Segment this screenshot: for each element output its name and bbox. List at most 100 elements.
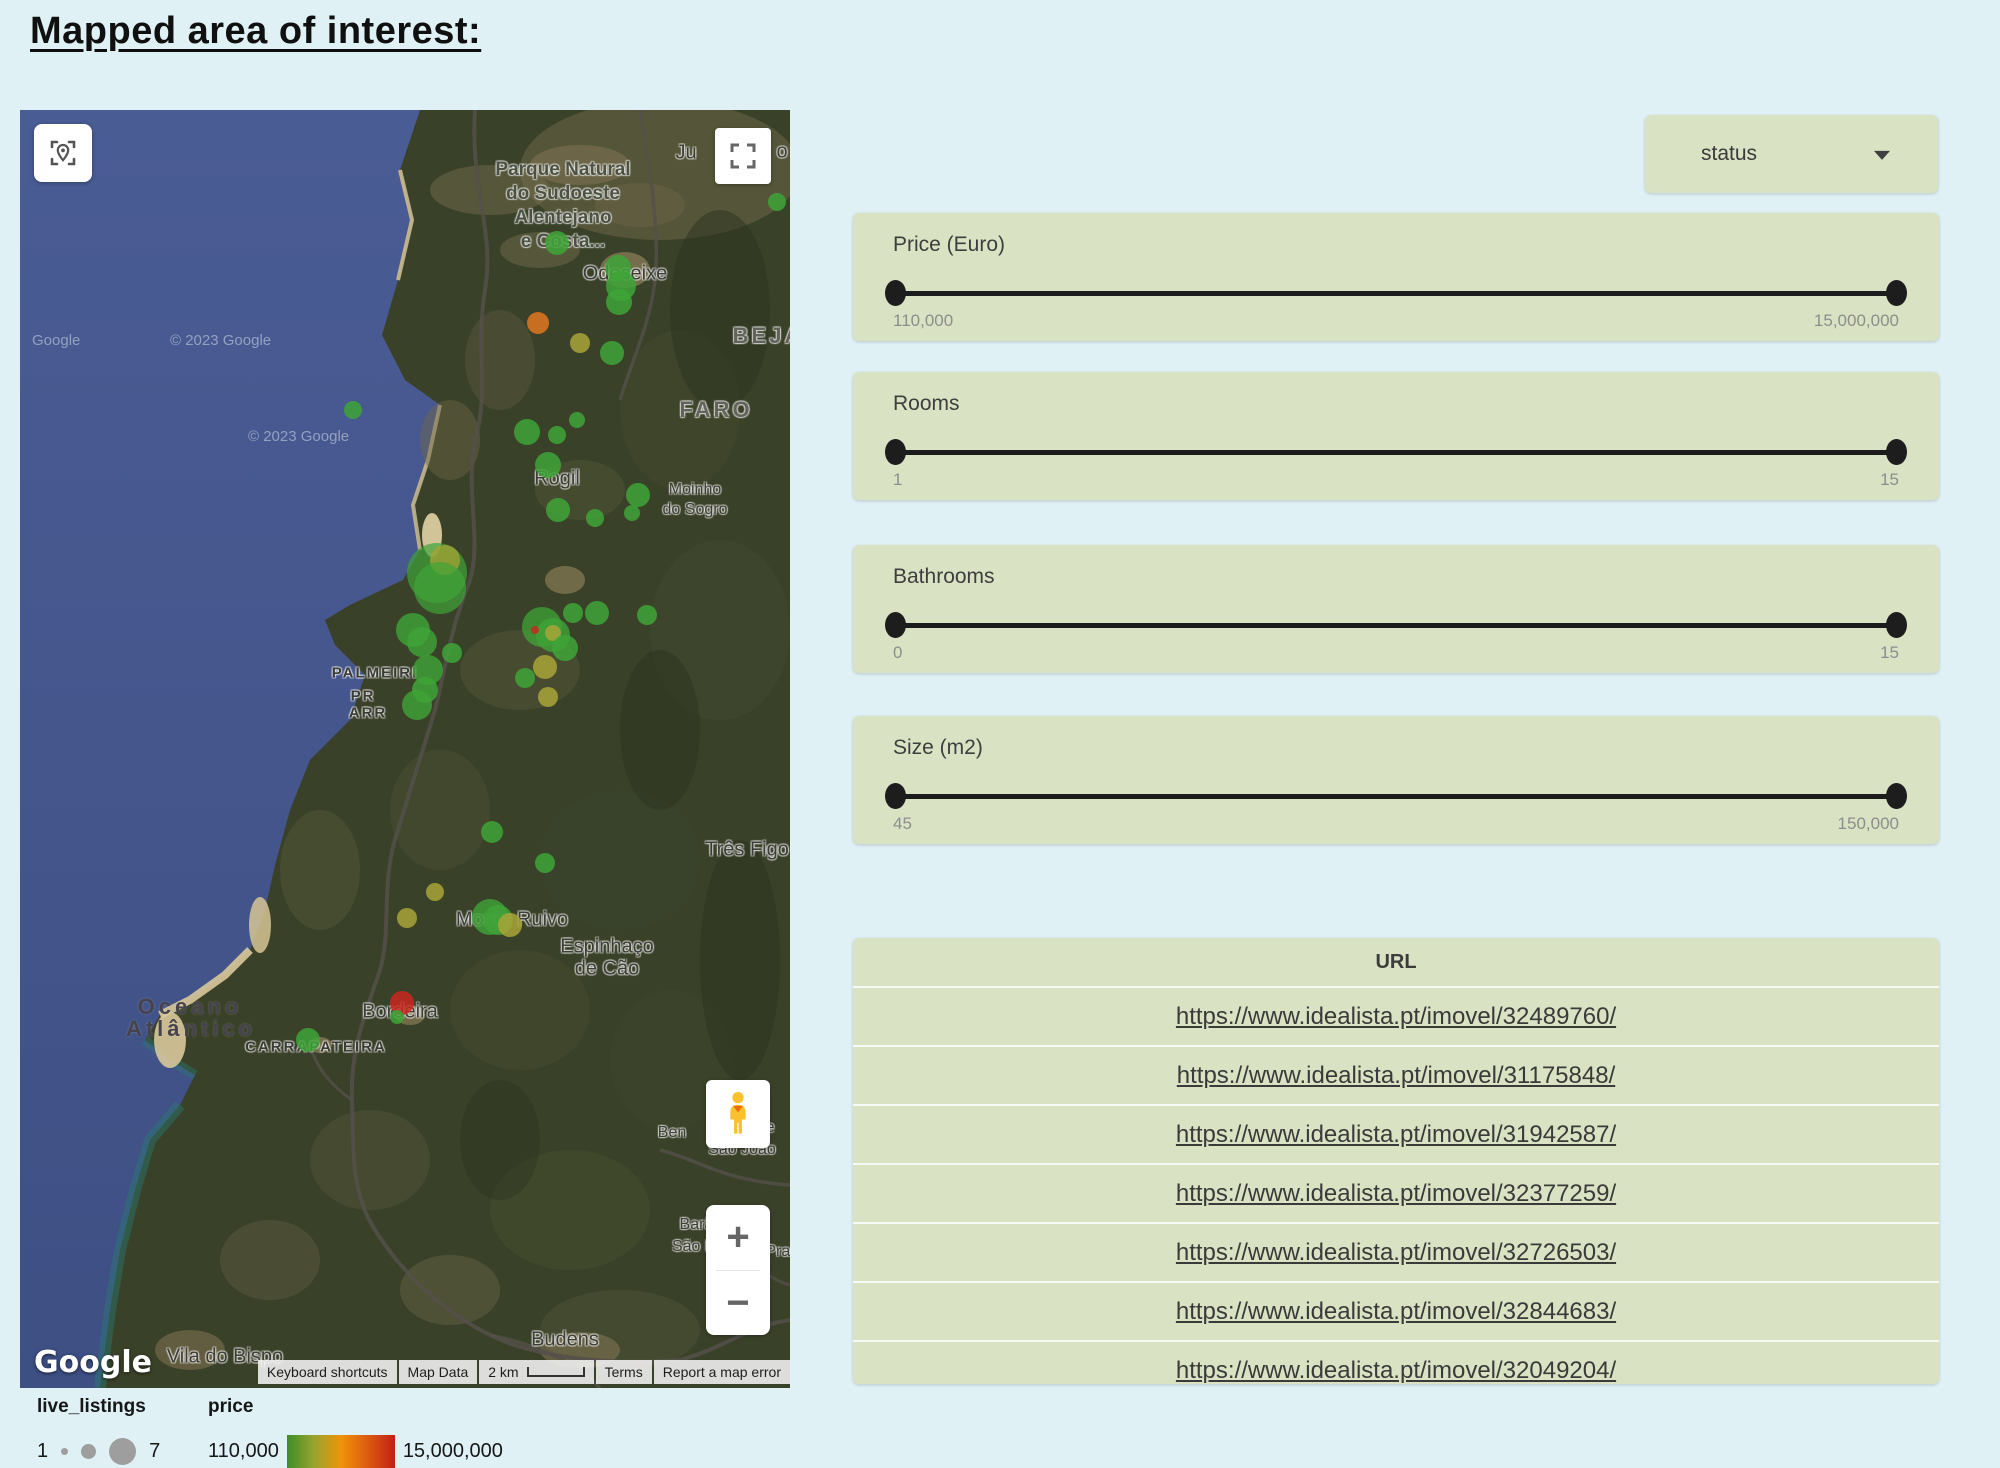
table-row: https://www.idealista.pt/imovel/32377259… <box>853 1163 1939 1222</box>
table-row: https://www.idealista.pt/imovel/32049204… <box>853 1340 1939 1384</box>
legend-size-max: 7 <box>149 1440 160 1463</box>
attribution-map-data[interactable]: Map Data <box>399 1360 478 1384</box>
map-place-label: Budens <box>531 1329 599 1352</box>
listing-link[interactable]: https://www.idealista.pt/imovel/31175848… <box>1177 1062 1615 1090</box>
url-table: URL https://www.idealista.pt/imovel/3248… <box>853 938 1939 1384</box>
table-row: https://www.idealista.pt/imovel/32489760… <box>853 986 1939 1045</box>
page-title: Mapped area of interest: <box>30 10 481 53</box>
map-place-label: FARO <box>679 397 752 423</box>
map-canvas[interactable]: Parque Naturaldo SudoesteAlentejanoe Cos… <box>20 110 790 1388</box>
rooms-filter-card: Rooms 1 15 <box>853 372 1939 500</box>
pegman-button[interactable] <box>706 1080 770 1148</box>
map-place-label: PR <box>351 688 376 705</box>
bathrooms-slider-handle-max[interactable] <box>1886 612 1907 638</box>
slider-max-value: 15,000,000 <box>1814 311 1899 331</box>
table-row: https://www.idealista.pt/imovel/32844683… <box>853 1281 1939 1340</box>
map-place-label: de Cão <box>575 958 640 981</box>
attribution-terms[interactable]: Terms <box>596 1360 652 1384</box>
dashboard: Mapped area of interest: <box>0 0 2000 1468</box>
map-watermark: © 2023 Google <box>170 332 271 349</box>
bathrooms-slider-handle-min[interactable] <box>885 612 906 638</box>
map-place-label: Três Figo <box>705 839 789 862</box>
map-place-label: Rogil <box>534 468 580 491</box>
slider-max-value: 15 <box>1880 470 1899 490</box>
recenter-markers-button[interactable] <box>34 124 92 182</box>
map-attribution-bar: Keyboard shortcutsMap Data2 kmTermsRepor… <box>258 1360 790 1384</box>
listing-link[interactable]: https://www.idealista.pt/imovel/32377259… <box>1176 1180 1616 1208</box>
map-scale-bar <box>527 1367 585 1377</box>
map-place-label: Odeceixe <box>583 263 668 286</box>
map-place-label: Parque Natural <box>495 159 630 181</box>
google-logo: Google <box>34 1345 152 1380</box>
legend-price-min: 110,000 <box>208 1440 279 1463</box>
slider-max-value: 150,000 <box>1838 814 1899 834</box>
status-dropdown[interactable]: status <box>1645 115 1938 193</box>
map-place-label: Ju <box>675 142 696 165</box>
map-place-label: Espinhaço <box>560 936 653 959</box>
legend-price-max: 15,000,000 <box>403 1440 503 1463</box>
slider-label: Size (m2) <box>893 736 983 760</box>
size-slider-handle-max[interactable] <box>1886 783 1907 809</box>
size-dot-large <box>109 1438 136 1465</box>
table-row: https://www.idealista.pt/imovel/31175848… <box>853 1045 1939 1104</box>
size-dot-medium <box>81 1444 96 1459</box>
listing-link[interactable]: https://www.idealista.pt/imovel/31942587… <box>1176 1121 1616 1149</box>
listing-link[interactable]: https://www.idealista.pt/imovel/32049204… <box>1176 1357 1616 1385</box>
map-place-label: Moinho <box>669 481 721 499</box>
legend-live-listings: live_listings 1 7 <box>37 1396 160 1468</box>
table-row: https://www.idealista.pt/imovel/31942587… <box>853 1104 1939 1163</box>
slider-label: Price (Euro) <box>893 233 1005 257</box>
status-dropdown-label: status <box>1701 142 1757 166</box>
legend-size-min: 1 <box>37 1440 48 1463</box>
legend-price: price 110,000 15,000,000 <box>208 1396 503 1468</box>
map-place-label: Monte Ruivo <box>456 909 568 932</box>
price-slider-handle-min[interactable] <box>885 280 906 306</box>
url-table-body: https://www.idealista.pt/imovel/32489760… <box>853 986 1939 1384</box>
slider-min-value: 1 <box>893 470 902 490</box>
listing-link[interactable]: https://www.idealista.pt/imovel/32726503… <box>1176 1239 1616 1267</box>
price-slider-track[interactable] <box>895 291 1897 296</box>
size-slider-handle-min[interactable] <box>885 783 906 809</box>
fullscreen-icon <box>728 141 758 171</box>
rooms-slider-track[interactable] <box>895 450 1897 455</box>
slider-label: Rooms <box>893 392 960 416</box>
legend-size-title: live_listings <box>37 1396 160 1418</box>
attribution-keyboard-shortcuts[interactable]: Keyboard shortcuts <box>258 1360 397 1384</box>
pegman-icon <box>720 1090 756 1138</box>
map-place-label: Alentejano <box>514 207 611 229</box>
slider-label: Bathrooms <box>893 565 995 589</box>
legend-price-title: price <box>208 1396 503 1418</box>
map-place-label: Ben <box>658 1124 686 1142</box>
size-dot-small <box>61 1448 68 1455</box>
slider-min-value: 0 <box>893 643 902 663</box>
map-labels-layer: Parque Naturaldo SudoesteAlentejanoe Cos… <box>20 110 790 1388</box>
attribution-report-a-map-error[interactable]: Report a map error <box>654 1360 790 1384</box>
rooms-slider-handle-min[interactable] <box>885 439 906 465</box>
chevron-down-icon <box>1874 151 1890 160</box>
map-place-label: PALMEIRI <box>332 665 419 682</box>
map-place-label: CARRAPATEIRA <box>245 1039 387 1056</box>
map-watermark: Google <box>32 332 80 349</box>
rooms-slider-handle-max[interactable] <box>1886 439 1907 465</box>
zoom-in-button[interactable]: + <box>706 1205 770 1270</box>
map-place-label: BEJA <box>733 323 790 349</box>
map-place-label: Atlântico <box>126 1016 256 1042</box>
map-place-label: do Sogro <box>663 501 728 519</box>
fullscreen-button[interactable] <box>715 128 771 184</box>
attribution-2-km[interactable]: 2 km <box>479 1360 593 1384</box>
map-place-label: o <box>776 141 787 164</box>
zoom-out-button[interactable]: − <box>706 1271 770 1336</box>
locate-pin-icon <box>46 136 80 170</box>
slider-min-value: 45 <box>893 814 912 834</box>
price-filter-card: Price (Euro) 110,000 15,000,000 <box>853 213 1939 341</box>
map-place-label: Bordeira <box>362 1001 438 1024</box>
bathrooms-slider-track[interactable] <box>895 623 1897 628</box>
price-slider-handle-max[interactable] <box>1886 280 1907 306</box>
slider-max-value: 15 <box>1880 643 1899 663</box>
listing-link[interactable]: https://www.idealista.pt/imovel/32489760… <box>1176 1003 1616 1031</box>
map-watermark: © 2023 Google <box>248 428 349 445</box>
listing-link[interactable]: https://www.idealista.pt/imovel/32844683… <box>1176 1298 1616 1326</box>
map-place-label: e Costa... <box>521 231 605 253</box>
table-row: https://www.idealista.pt/imovel/32726503… <box>853 1222 1939 1281</box>
size-slider-track[interactable] <box>895 794 1897 799</box>
